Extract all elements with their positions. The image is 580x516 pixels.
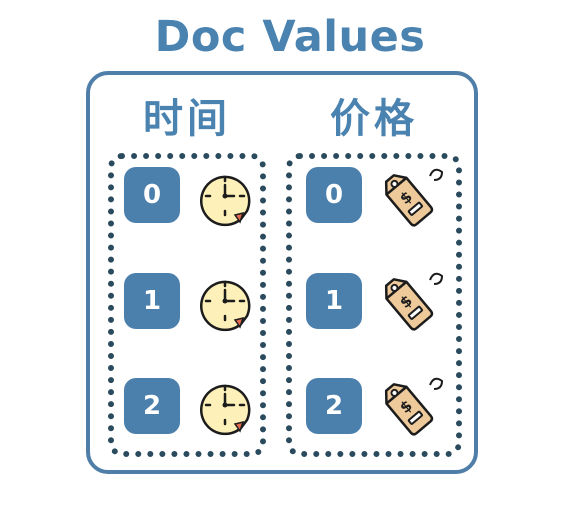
diagram-title: Doc Values <box>154 12 426 62</box>
clock-icon <box>200 175 251 227</box>
price-tag-icon: $ <box>384 168 444 227</box>
doc-index-box: 0 <box>124 167 180 223</box>
doc-index-box: 2 <box>124 378 180 434</box>
clock-icon <box>200 384 251 436</box>
clock-icon <box>200 280 251 332</box>
price-tag-icon: $ <box>384 377 444 436</box>
price-tag-icon: $ <box>384 272 444 331</box>
doc-index-box: 0 <box>306 167 362 223</box>
column-header-time: 时间 <box>143 96 231 142</box>
doc-index-box: 1 <box>124 273 180 329</box>
doc-index-box: 1 <box>306 273 362 329</box>
doc-index-box: 2 <box>306 378 362 434</box>
column-header-price: 价格 <box>330 96 418 142</box>
